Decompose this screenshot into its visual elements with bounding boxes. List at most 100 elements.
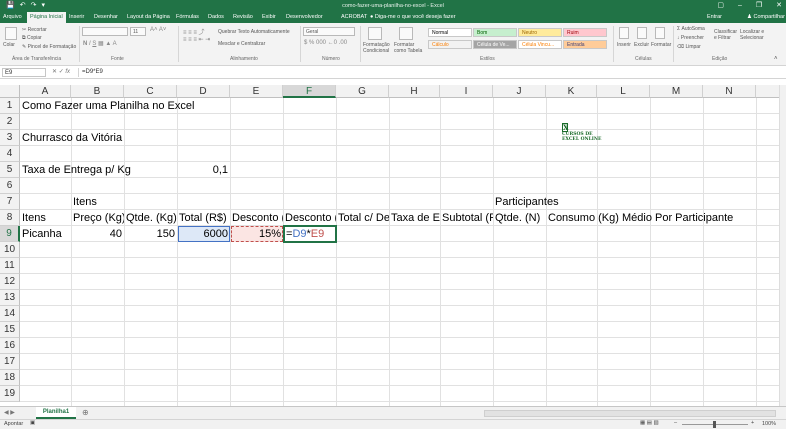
autosum-button[interactable]: Σ AutoSoma	[677, 26, 705, 32]
cell-j8[interactable]: Qtde. (N)	[493, 210, 546, 226]
add-sheet-icon[interactable]: ⊕	[82, 408, 89, 417]
cell-d8[interactable]: Total (R$)	[177, 210, 230, 226]
tab-desenvolvedor[interactable]: Desenvolvedor	[283, 12, 326, 23]
copy-button[interactable]: ⧉ Copiar	[22, 35, 42, 41]
col-header-f[interactable]: F	[283, 85, 336, 98]
cell-e9[interactable]: 15%	[230, 226, 283, 242]
cell-b7[interactable]: Itens	[71, 194, 99, 210]
col-header-blank[interactable]	[756, 85, 780, 98]
row-header-19[interactable]: 19	[0, 386, 20, 402]
row-header-14[interactable]: 14	[0, 306, 20, 322]
tab-formulas[interactable]: Fórmulas	[173, 12, 202, 23]
tab-layout[interactable]: Layout da Página	[124, 12, 173, 23]
select-all-corner[interactable]	[0, 85, 20, 98]
row-header-3[interactable]: 3	[0, 130, 20, 146]
sheet-tab-planilha1[interactable]: Planilha1	[36, 407, 76, 419]
tab-dados[interactable]: Dados	[205, 12, 227, 23]
row-header-16[interactable]: 16	[0, 338, 20, 354]
style-normal[interactable]: Normal	[428, 28, 472, 37]
row-header-12[interactable]: 12	[0, 274, 20, 290]
cell-i8[interactable]: Subtotal (R	[440, 210, 493, 226]
sheet-nav-arrows[interactable]: ◀ ▶	[4, 409, 15, 416]
fx-icon[interactable]: ✕ ✓ fx	[52, 68, 70, 77]
paste-icon[interactable]	[5, 27, 17, 40]
row-header-15[interactable]: 15	[0, 322, 20, 338]
row-header-5[interactable]: 5	[0, 162, 20, 178]
horizontal-scrollbar[interactable]	[484, 410, 776, 417]
col-header-g[interactable]: G	[336, 85, 389, 98]
row-header-2[interactable]: 2	[0, 114, 20, 130]
find-select-button[interactable]: Localizar e Selecionar	[740, 29, 774, 41]
tab-desenhar[interactable]: Desenhar	[91, 12, 121, 23]
col-header-i[interactable]: I	[440, 85, 493, 98]
cell-a9[interactable]: Picanha	[20, 226, 64, 242]
col-header-h[interactable]: H	[389, 85, 440, 98]
paste-button[interactable]: Colar	[3, 42, 15, 48]
row-header-7[interactable]: 7	[0, 194, 20, 210]
sign-in-link[interactable]: Entrar	[704, 12, 725, 23]
close-icon[interactable]: ✕	[776, 0, 782, 12]
clear-button[interactable]: ⌫ Limpar	[677, 44, 701, 50]
cell-b8[interactable]: Preço (Kg)	[71, 210, 124, 226]
tab-arquivo[interactable]: Arquivo	[0, 12, 25, 23]
name-box[interactable]: E9	[2, 68, 46, 77]
number-format-dropdown[interactable]: Geral	[303, 27, 355, 36]
vertical-scrollbar[interactable]	[779, 85, 786, 406]
col-header-c[interactable]: C	[124, 85, 177, 98]
col-header-e[interactable]: E	[230, 85, 283, 98]
col-header-j[interactable]: J	[493, 85, 546, 98]
cut-button[interactable]: ✂ Recortar	[22, 27, 47, 33]
view-mode-icons[interactable]: ▦ ▤ ▧	[640, 420, 659, 426]
row-header-4[interactable]: 4	[0, 146, 20, 162]
col-header-m[interactable]: M	[650, 85, 703, 98]
cell-j7[interactable]: Participantes	[493, 194, 561, 210]
col-header-d[interactable]: D	[177, 85, 230, 98]
font-format-icons[interactable]: N I S ▦ ▲ A	[83, 40, 117, 47]
cell-a3[interactable]: Churrasco da Vitória	[20, 130, 124, 146]
formula-input[interactable]: =D9*E9	[78, 68, 778, 77]
format-cells-button[interactable]: Formatar	[651, 42, 671, 48]
cell-f9-editing[interactable]: =D9*E9	[284, 226, 326, 242]
cell-h8[interactable]: Taxa de En	[389, 210, 440, 226]
cell-a1[interactable]: Como Fazer uma Planilha no Excel	[20, 98, 196, 114]
row-header-6[interactable]: 6	[0, 178, 20, 194]
minimize-icon[interactable]: –	[738, 0, 742, 12]
tab-revisao[interactable]: Revisão	[230, 12, 256, 23]
col-header-n[interactable]: N	[703, 85, 756, 98]
style-neutro[interactable]: Neutro	[518, 28, 562, 37]
tab-acrobat[interactable]: ACROBAT	[338, 12, 370, 23]
delete-cells-button[interactable]: Excluir	[634, 42, 649, 48]
row-header-11[interactable]: 11	[0, 258, 20, 274]
cell-c8[interactable]: Qtde. (Kg)	[124, 210, 177, 226]
cell-a8[interactable]: Itens	[20, 210, 71, 226]
font-size-dropdown[interactable]: 11	[130, 27, 146, 36]
sort-filter-button[interactable]: Classificar e Filtrar	[714, 29, 738, 41]
style-celula-vinculada[interactable]: Célula Vincu...	[518, 40, 562, 49]
tell-me-search[interactable]: ● Diga-me o que você deseja fazer	[367, 12, 459, 23]
zoom-slider-thumb[interactable]	[713, 421, 716, 428]
row-header-13[interactable]: 13	[0, 290, 20, 306]
cell-k8[interactable]: Consumo (Kg) Médio Por Participante	[546, 210, 735, 226]
cell-g8[interactable]: Total c/ De	[336, 210, 389, 226]
fill-button[interactable]: ↓ Preencher	[677, 35, 704, 41]
worksheet-grid[interactable]: A B C D E F G H I J K L M N 1 2 3 4 5 6 …	[0, 79, 786, 406]
wrap-text-button[interactable]: Quebrar Texto Automaticamente	[218, 29, 290, 35]
row-header-10[interactable]: 10	[0, 242, 20, 258]
col-header-k[interactable]: K	[546, 85, 597, 98]
row-header-18[interactable]: 18	[0, 370, 20, 386]
number-format-icons[interactable]: $ % 000 ←0 .00	[304, 40, 347, 46]
restore-icon[interactable]: ❐	[756, 0, 762, 12]
insert-cells-button[interactable]: Inserir	[617, 42, 631, 48]
cell-a5[interactable]: Taxa de Entrega p/ Kg	[20, 162, 133, 178]
ribbon-display-icon[interactable]: ▢	[717, 0, 724, 12]
col-header-a[interactable]: A	[20, 85, 71, 98]
cell-e8[interactable]: Desconto (	[230, 210, 283, 226]
tab-inserir[interactable]: Inserir	[66, 12, 87, 23]
row-header-9[interactable]: 9	[0, 226, 20, 242]
align-top-icons[interactable]: ≡ ≡ ≡ ⤴	[183, 27, 205, 36]
zoom-in-icon[interactable]: +	[751, 420, 754, 426]
style-calculo[interactable]: Cálculo	[428, 40, 472, 49]
row-header-1[interactable]: 1	[0, 98, 20, 114]
col-header-b[interactable]: B	[71, 85, 124, 98]
style-bom[interactable]: Bom	[473, 28, 517, 37]
